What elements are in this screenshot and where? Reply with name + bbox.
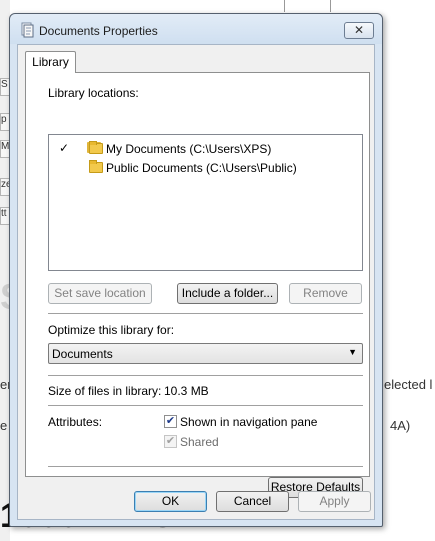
chevron-down-icon: ▼ — [348, 347, 357, 357]
window-title: Documents Properties — [39, 24, 158, 38]
list-item[interactable]: Public Documents (C:\Users\Public) — [49, 159, 362, 177]
divider — [48, 466, 363, 467]
library-tab-panel: Library locations: ✓ My Documents (C:\Us… — [25, 72, 370, 498]
background-divider — [284, 0, 285, 12]
close-button[interactable]: ✕ — [344, 22, 374, 39]
location-label: Public Documents (C:\Users\Public) — [106, 161, 297, 175]
folder-icon — [89, 160, 103, 173]
optimize-dropdown[interactable]: Documents ▼ — [48, 343, 363, 364]
folder-icon — [89, 141, 103, 154]
dialog-client-area: Library Library locations: ✓ My Document… — [17, 44, 375, 520]
include-folder-button[interactable]: Include a folder... — [177, 283, 278, 304]
close-icon: ✕ — [353, 23, 365, 37]
background-text: elected l — [384, 377, 433, 392]
shared-label: Shared — [180, 435, 219, 449]
location-label: My Documents (C:\Users\XPS) — [106, 142, 272, 156]
optimize-selected-value: Documents — [52, 347, 113, 361]
optimize-label: Optimize this library for: — [48, 323, 175, 337]
size-value: 10.3 MB — [164, 384, 209, 398]
save-location-check-icon: ✓ — [59, 141, 70, 155]
divider — [48, 313, 363, 314]
library-locations-label: Library locations: — [48, 86, 139, 100]
background-divider — [330, 0, 331, 12]
cancel-button[interactable]: Cancel — [216, 491, 289, 512]
shown-in-navigation-checkbox[interactable]: ✔ — [164, 415, 177, 428]
size-label: Size of files in library: — [48, 384, 162, 398]
divider — [48, 375, 363, 376]
shown-in-navigation-label[interactable]: Shown in navigation pane — [180, 415, 317, 429]
tab-library[interactable]: Library — [25, 51, 76, 73]
shared-checkbox[interactable]: ✔ — [164, 435, 177, 448]
remove-button[interactable]: Remove — [289, 283, 362, 304]
list-item[interactable]: ✓ My Documents (C:\Users\XPS) — [49, 140, 362, 158]
library-locations-list[interactable]: ✓ My Documents (C:\Users\XPS) Public Doc… — [48, 134, 363, 271]
divider — [48, 405, 363, 406]
apply-button[interactable]: Apply — [298, 491, 371, 512]
background-text: 4A) — [390, 418, 411, 433]
ok-button[interactable]: OK — [134, 491, 207, 512]
documents-properties-dialog: Documents Properties ✕ Library Library l… — [9, 13, 383, 527]
background-text: e — [0, 418, 8, 433]
set-save-location-button[interactable]: Set save location — [48, 283, 152, 304]
title-bar[interactable]: Documents Properties ✕ — [10, 14, 382, 44]
attributes-label: Attributes: — [48, 415, 103, 429]
library-documents-icon — [19, 22, 35, 38]
